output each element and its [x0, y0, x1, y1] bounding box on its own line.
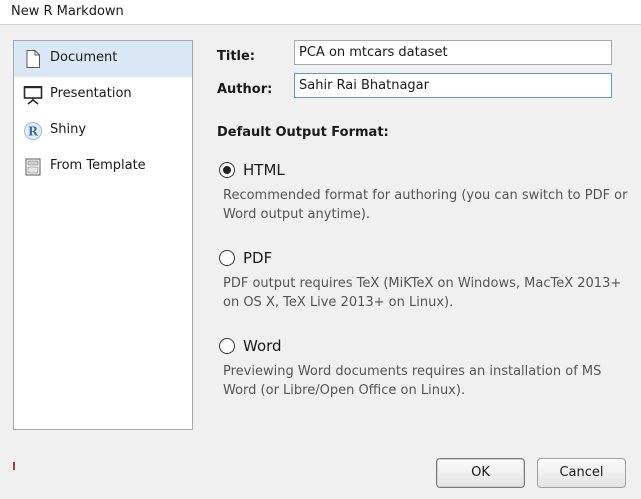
sidebar-item-label: Presentation — [50, 86, 132, 101]
description-line: Recommended format for authoring (you ca… — [223, 188, 628, 203]
title-input[interactable] — [294, 40, 612, 65]
word-description: Previewing Word documents requires an in… — [223, 362, 601, 400]
presentation-icon — [23, 85, 43, 105]
description-line: PDF output requires TeX (MiKTeX on Windo… — [223, 276, 622, 291]
window-title: New R Markdown — [11, 4, 124, 19]
author-input[interactable] — [294, 73, 612, 98]
sidebar-item-presentation[interactable]: Presentation — [14, 77, 192, 113]
sidebar-item-label: Document — [50, 50, 118, 65]
pdf-description: PDF output requires TeX (MiKTeX on Windo… — [223, 274, 621, 312]
sidebar-item-shiny[interactable]: R Shiny — [14, 113, 192, 149]
html-description: Recommended format for authoring (you ca… — [223, 186, 628, 224]
description-line: Previewing Word documents requires an in… — [223, 364, 602, 379]
sidebar-item-label: From Template — [50, 158, 146, 173]
template-icon — [23, 157, 43, 177]
svg-text:R: R — [28, 125, 39, 139]
format-sidebar: Document Presentation R Shiny From Templ… — [13, 40, 193, 430]
description-line: Word output anytime). — [223, 207, 371, 222]
cancel-button[interactable]: Cancel — [537, 458, 626, 488]
html-radio-label[interactable]: HTML — [243, 161, 285, 179]
default-output-format-heading: Default Output Format: — [217, 125, 389, 140]
html-radio[interactable] — [219, 162, 235, 178]
pdf-radio-label[interactable]: PDF — [243, 249, 272, 267]
radio-selected-dot — [223, 166, 231, 174]
pdf-radio[interactable] — [219, 250, 235, 266]
resize-marker — [13, 462, 15, 470]
sidebar-item-document[interactable]: Document — [14, 41, 192, 77]
word-radio-label[interactable]: Word — [243, 337, 282, 355]
word-radio[interactable] — [219, 338, 235, 354]
title-bar: New R Markdown — [0, 0, 641, 25]
sidebar-item-label: Shiny — [50, 122, 87, 137]
sidebar-item-from-template[interactable]: From Template — [14, 149, 192, 185]
new-r-markdown-dialog: New R Markdown Document Presentation R S… — [0, 0, 641, 499]
title-label: Title: — [217, 49, 256, 64]
document-icon — [23, 49, 43, 69]
ok-button[interactable]: OK — [436, 458, 525, 488]
description-line: on OS X, TeX Live 2013+ on Linux). — [223, 295, 454, 310]
shiny-icon: R — [23, 121, 43, 141]
description-line: Word (or Libre/Open Office on Linux). — [223, 383, 466, 398]
author-label: Author: — [217, 82, 273, 97]
